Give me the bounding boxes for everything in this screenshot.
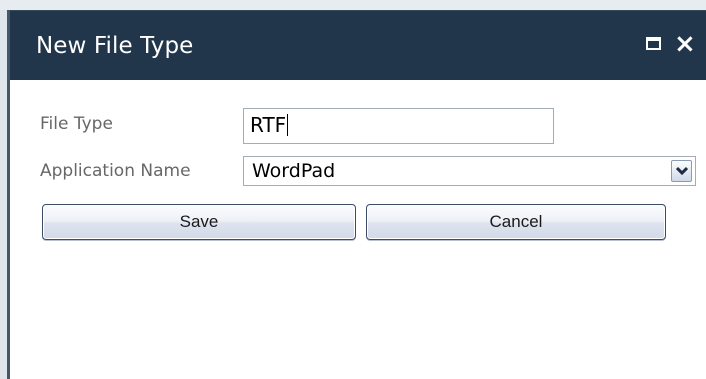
file-type-input[interactable]: RTF	[243, 108, 554, 144]
dialog-content: File Type RTF Application Name WordPad S…	[10, 80, 706, 379]
text-caret	[287, 114, 289, 136]
application-name-label: Application Name	[40, 161, 191, 181]
close-icon[interactable]: ×	[674, 27, 706, 61]
dialog-title: New File Type	[36, 33, 194, 59]
window-top-edge	[0, 0, 706, 10]
application-name-select[interactable]: WordPad	[243, 156, 696, 186]
file-type-label: File Type	[40, 114, 113, 134]
save-button[interactable]: Save	[42, 204, 356, 240]
chevron-down-icon[interactable]	[671, 160, 692, 182]
dialog-titlebar: New File Type ×	[10, 10, 706, 80]
cancel-button[interactable]: Cancel	[366, 204, 666, 240]
new-file-type-dialog: New File Type × File Type RTF Applicatio…	[0, 0, 706, 379]
application-name-value: WordPad	[252, 160, 336, 182]
maximize-icon[interactable]	[642, 33, 666, 57]
window-left-edge	[0, 10, 10, 379]
file-type-value: RTF	[250, 113, 287, 137]
